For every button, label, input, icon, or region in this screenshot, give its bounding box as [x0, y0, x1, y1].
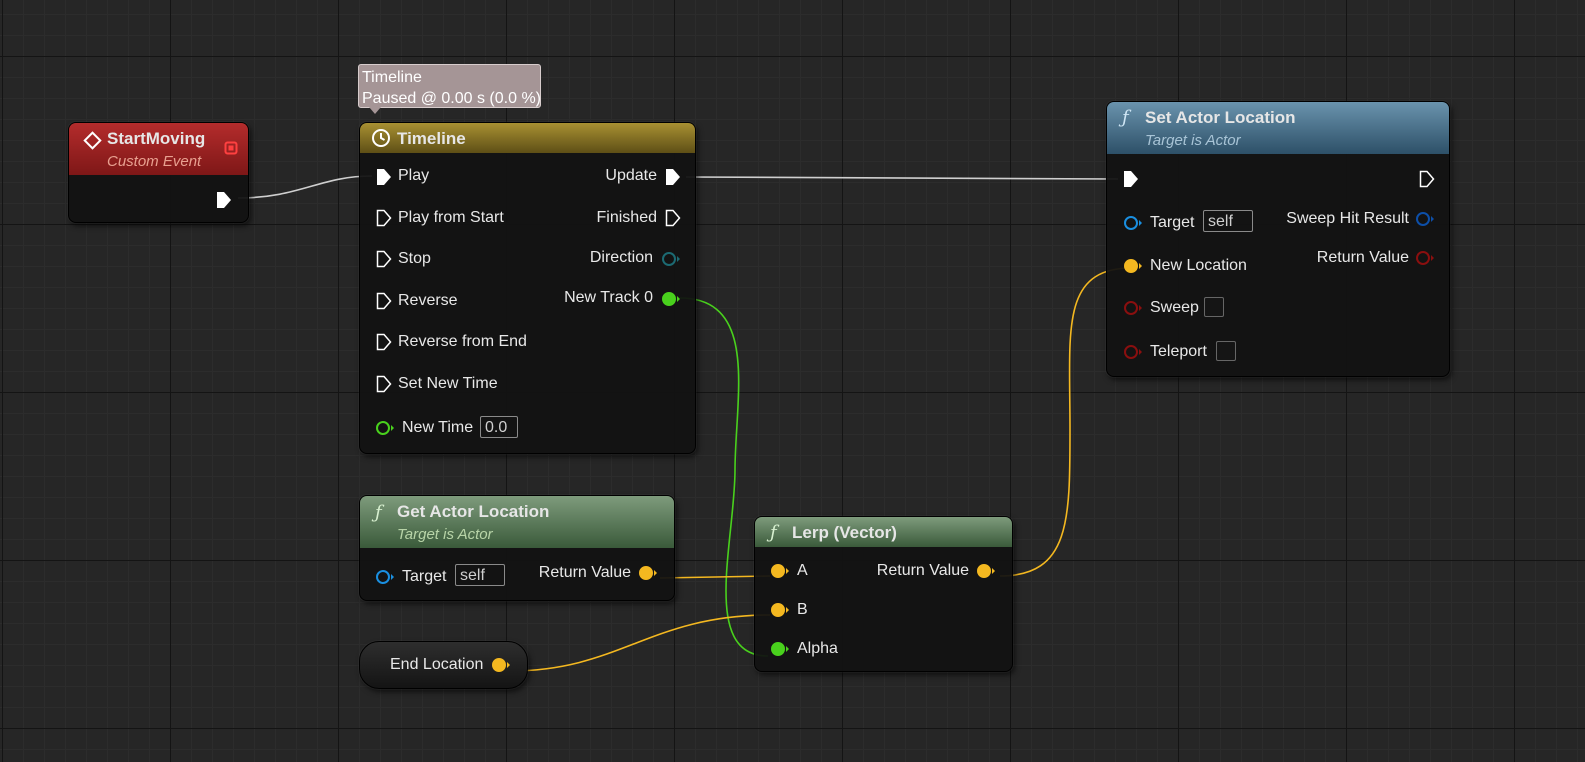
- exec-input-pin[interactable]: [1123, 170, 1139, 193]
- return-value-label: Return Value: [538, 564, 631, 581]
- set-actor-location-node[interactable]: ƒ Set Actor Location Target is Actor Tar…: [1106, 101, 1450, 377]
- lerp-title: Lerp (Vector): [792, 523, 897, 542]
- play-exec-pin[interactable]: [376, 168, 392, 191]
- event-diamond-icon: [83, 131, 103, 156]
- sweep-bool-pin[interactable]: [1123, 300, 1143, 321]
- play-from-start-label: Play from Start: [398, 209, 504, 226]
- teleport-label: Teleport: [1150, 343, 1207, 360]
- b-vector-pin[interactable]: [770, 602, 790, 623]
- target-object-pin[interactable]: [1123, 215, 1143, 236]
- finished-label: Finished: [596, 209, 657, 226]
- sweep-label: Sweep: [1150, 299, 1199, 316]
- end-location-vector-pin[interactable]: [491, 657, 511, 678]
- sweep-checkbox[interactable]: [1204, 297, 1224, 317]
- new-track-0-label: New Track 0: [564, 289, 653, 306]
- timeline-title: Timeline: [397, 129, 466, 148]
- delegate-pin-icon[interactable]: [224, 141, 238, 160]
- update-exec-pin[interactable]: [665, 168, 681, 191]
- exec-wire-update-to-set-location[interactable]: [685, 176, 1119, 180]
- return-value-bool-pin[interactable]: [1415, 250, 1435, 271]
- b-label: B: [797, 601, 808, 618]
- stop-label: Stop: [398, 250, 431, 267]
- tooltip-line-status: Paused @ 0.00 s (0.0 %): [362, 90, 541, 107]
- reverse-from-end-label: Reverse from End: [398, 333, 527, 350]
- get-actor-location-title: Get Actor Location: [397, 502, 550, 521]
- target-label: Target: [402, 568, 447, 585]
- reverse-from-end-exec-pin[interactable]: [376, 333, 392, 356]
- end-location-variable-node[interactable]: End Location: [359, 641, 528, 689]
- play-from-start-exec-pin[interactable]: [376, 209, 392, 232]
- set-new-time-exec-pin[interactable]: [376, 375, 392, 398]
- set-location-return-value-label: Return Value: [1316, 249, 1409, 266]
- start-moving-event-node[interactable]: StartMoving Custom Event: [68, 122, 249, 223]
- target-self-input[interactable]: self: [455, 564, 505, 586]
- get-actor-location-node[interactable]: ƒ Get Actor Location Target is Actor Tar…: [359, 495, 675, 601]
- lerp-vector-node[interactable]: ƒ Lerp (Vector) A B Alpha Return Value: [754, 516, 1013, 672]
- a-label: A: [797, 562, 808, 579]
- stop-exec-pin[interactable]: [376, 250, 392, 273]
- teleport-bool-pin[interactable]: [1123, 344, 1143, 365]
- exec-output-pin[interactable]: [216, 191, 232, 214]
- lerp-return-value-label: Return Value: [876, 562, 969, 579]
- sweep-hit-result-label: Sweep Hit Result: [1286, 210, 1409, 227]
- target-label: Target: [1150, 214, 1195, 231]
- alpha-label: Alpha: [797, 640, 838, 657]
- timeline-status-tooltip: Timeline Paused @ 0.00 s (0.0 %): [358, 64, 541, 114]
- new-location-vector-pin[interactable]: [1123, 258, 1143, 279]
- sweep-hit-result-struct-pin[interactable]: [1415, 211, 1435, 232]
- direction-enum-pin[interactable]: [661, 251, 681, 272]
- finished-exec-pin[interactable]: [665, 209, 681, 232]
- lerp-return-vector-pin[interactable]: [976, 563, 996, 584]
- new-track-0-float-pin[interactable]: [661, 291, 681, 312]
- play-label: Play: [398, 167, 430, 184]
- end-location-label: End Location: [390, 656, 484, 673]
- alpha-float-pin[interactable]: [770, 641, 790, 662]
- a-vector-pin[interactable]: [770, 563, 790, 584]
- new-time-input[interactable]: 0.0: [480, 416, 518, 438]
- exec-output-pin[interactable]: [1419, 170, 1435, 193]
- teleport-checkbox[interactable]: [1216, 341, 1236, 361]
- return-value-vector-pin[interactable]: [638, 565, 658, 586]
- event-subtitle: Custom Event: [107, 153, 202, 170]
- function-icon: ƒ: [770, 522, 777, 543]
- exec-wire-startmoving-to-play[interactable]: [237, 175, 373, 199]
- get-actor-location-subtitle: Target is Actor: [397, 526, 493, 543]
- reverse-exec-pin[interactable]: [376, 292, 392, 315]
- target-self-input[interactable]: self: [1203, 210, 1253, 232]
- set-actor-location-title: Set Actor Location: [1145, 108, 1296, 127]
- direction-label: Direction: [589, 249, 653, 266]
- event-title: StartMoving: [107, 129, 206, 148]
- timeline-node[interactable]: Timeline Play Play from Start Stop Rever…: [359, 122, 696, 454]
- function-icon: ƒ: [1122, 107, 1129, 128]
- vector-wire-end-location-to-b[interactable]: [509, 614, 771, 672]
- new-location-label: New Location: [1150, 257, 1247, 274]
- target-object-pin[interactable]: [375, 569, 395, 590]
- update-label: Update: [605, 167, 657, 184]
- reverse-label: Reverse: [398, 292, 458, 309]
- clock-icon: [371, 128, 391, 153]
- function-icon: ƒ: [375, 502, 382, 523]
- new-time-label: New Time: [402, 419, 474, 436]
- new-time-float-pin[interactable]: [375, 420, 395, 441]
- tooltip-line-title: Timeline: [362, 69, 422, 86]
- set-actor-location-subtitle: Target is Actor: [1145, 132, 1241, 149]
- set-new-time-label: Set New Time: [398, 375, 498, 392]
